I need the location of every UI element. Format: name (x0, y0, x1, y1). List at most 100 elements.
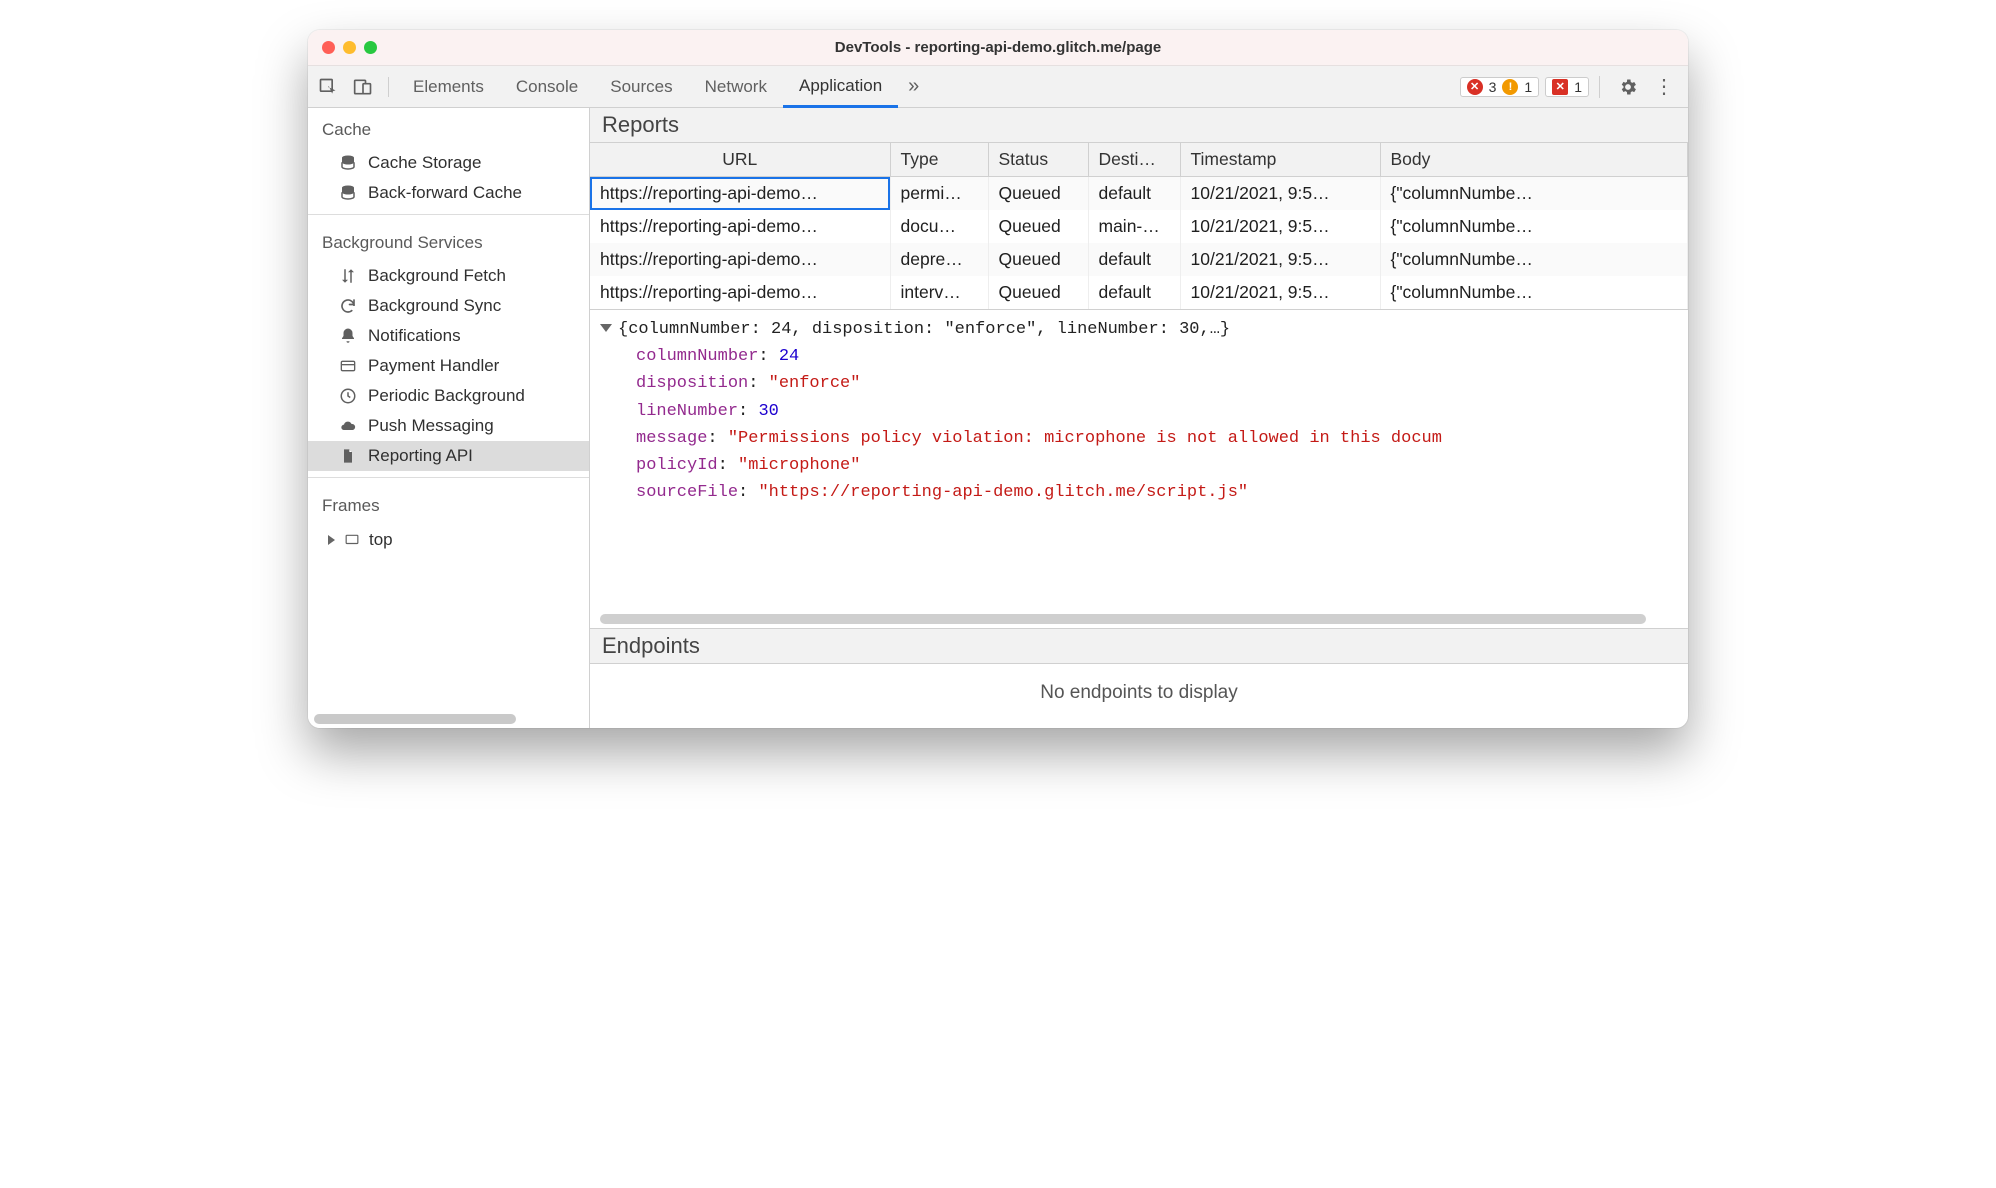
json-property[interactable]: disposition: "enforce" (600, 370, 1678, 397)
reporting-api-panel: Reports URLTypeStatusDesti…TimestampBody… (590, 108, 1688, 728)
tab-label: Application (799, 76, 882, 96)
scrollbar-thumb[interactable] (600, 614, 1646, 624)
column-header[interactable]: Status (988, 143, 1088, 177)
table-cell: {"columnNumbe… (1380, 210, 1688, 243)
table-cell: main-… (1088, 210, 1180, 243)
clock-icon (338, 387, 358, 405)
table-cell: Queued (988, 243, 1088, 276)
reports-heading: Reports (590, 108, 1688, 143)
tab-application[interactable]: Application (783, 67, 898, 108)
sidebar-section-title: Cache (308, 108, 589, 148)
error-icon: ✕ (1467, 79, 1483, 95)
inspect-element-icon[interactable] (318, 77, 338, 97)
sidebar-item-cache-storage[interactable]: Cache Storage (308, 148, 589, 178)
sidebar-item-periodic-background[interactable]: Periodic Background (308, 381, 589, 411)
swap-icon (338, 267, 358, 285)
devtools-window: DevTools - reporting-api-demo.glitch.me/… (308, 30, 1688, 728)
frames-item[interactable]: top (308, 524, 589, 556)
sidebar-section-title: Background Services (308, 221, 589, 261)
warning-icon: ! (1502, 79, 1518, 95)
column-header[interactable]: Body (1380, 143, 1688, 177)
table-cell: docu… (890, 210, 988, 243)
sidebar-item-label: Push Messaging (368, 416, 494, 436)
card-icon (338, 358, 358, 374)
table-cell: permi… (890, 177, 988, 211)
bell-icon (338, 327, 358, 345)
table-row[interactable]: https://reporting-api-demo…depre…Queuedd… (590, 243, 1688, 276)
table-cell: {"columnNumbe… (1380, 177, 1688, 211)
json-property[interactable]: message: "Permissions policy violation: … (600, 425, 1678, 452)
table-row[interactable]: https://reporting-api-demo…permi…Queuedd… (590, 177, 1688, 211)
sidebar-item-label: Reporting API (368, 446, 473, 466)
issues-counter[interactable]: ✕1 (1545, 77, 1589, 97)
sidebar-item-push-messaging[interactable]: Push Messaging (308, 411, 589, 441)
minimize-window-button[interactable] (343, 41, 356, 54)
sidebar-item-label: Background Sync (368, 296, 501, 316)
window-title: DevTools - reporting-api-demo.glitch.me/… (308, 39, 1688, 56)
console-counter[interactable]: ✕ 3 ! 1 (1460, 77, 1540, 97)
tab-label: Console (516, 77, 578, 97)
column-header[interactable]: Type (890, 143, 988, 177)
json-property[interactable]: policyId: "microphone" (600, 452, 1678, 479)
table-cell: default (1088, 177, 1180, 211)
column-header[interactable]: Desti… (1088, 143, 1180, 177)
column-header[interactable]: URL (590, 143, 890, 177)
more-options-button[interactable]: ⋮ (1646, 74, 1682, 99)
json-summary: {columnNumber: 24, disposition: "enforce… (618, 320, 1230, 339)
collapse-icon[interactable] (600, 324, 612, 332)
tab-elements[interactable]: Elements (397, 66, 500, 107)
table-cell: Queued (988, 210, 1088, 243)
sidebar-item-label: Notifications (368, 326, 461, 346)
sidebar-item-background-fetch[interactable]: Background Fetch (308, 261, 589, 291)
device-toolbar-icon[interactable] (352, 77, 374, 97)
json-property[interactable]: lineNumber: 30 (600, 398, 1678, 425)
application-sidebar: Cache Cache Storage Back-forward Cache Back… (308, 108, 590, 728)
zoom-window-button[interactable] (364, 41, 377, 54)
sync-icon (338, 297, 358, 315)
sidebar-item-label: Cache Storage (368, 153, 481, 173)
database-icon (338, 154, 358, 172)
devtools-tabbar: Elements Console Sources Network Applica… (308, 66, 1688, 108)
file-icon (338, 447, 358, 465)
error-count: 3 (1489, 79, 1497, 95)
endpoints-empty-message: No endpoints to display (590, 664, 1688, 728)
tab-console[interactable]: Console (500, 66, 594, 107)
tab-sources[interactable]: Sources (594, 66, 688, 107)
table-cell: Queued (988, 177, 1088, 211)
table-cell: interv… (890, 276, 988, 309)
sidebar-section-title: Frames (308, 484, 589, 524)
table-row[interactable]: https://reporting-api-demo…docu…Queuedma… (590, 210, 1688, 243)
cloud-icon (338, 418, 358, 434)
json-property[interactable]: columnNumber: 24 (600, 343, 1678, 370)
column-header[interactable]: Timestamp (1180, 143, 1380, 177)
sidebar-item-label: Payment Handler (368, 356, 499, 376)
expand-icon[interactable] (328, 535, 335, 545)
report-json-viewer[interactable]: {columnNumber: 24, disposition: "enforce… (590, 309, 1688, 614)
table-header-row: URLTypeStatusDesti…TimestampBody (590, 143, 1688, 177)
toolbar-separator (1599, 76, 1600, 98)
sidebar-item-payment-handler[interactable]: Payment Handler (308, 351, 589, 381)
sidebar-scrollbar[interactable] (314, 714, 583, 724)
close-window-button[interactable] (322, 41, 335, 54)
sidebar-item-label: Background Fetch (368, 266, 506, 286)
json-summary-line[interactable]: {columnNumber: 24, disposition: "enforce… (600, 316, 1678, 343)
sidebar-item-label: top (369, 530, 393, 550)
settings-button[interactable] (1610, 77, 1646, 97)
table-cell: https://reporting-api-demo… (590, 210, 890, 243)
json-property[interactable]: sourceFile: "https://reporting-api-demo.… (600, 479, 1678, 506)
tabs-overflow-button[interactable]: » (898, 75, 929, 98)
sidebar-item-notifications[interactable]: Notifications (308, 321, 589, 351)
tab-network[interactable]: Network (689, 66, 783, 107)
horizontal-scrollbar[interactable] (590, 614, 1688, 628)
table-row[interactable]: https://reporting-api-demo…interv…Queued… (590, 276, 1688, 309)
table-cell: https://reporting-api-demo… (590, 177, 890, 211)
sidebar-item-back-forward-cache[interactable]: Back-forward Cache (308, 178, 589, 208)
frame-icon (343, 533, 361, 547)
reports-table: URLTypeStatusDesti…TimestampBody https:/… (590, 143, 1688, 309)
sidebar-item-reporting-api[interactable]: Reporting API (308, 441, 589, 471)
sidebar-item-background-sync[interactable]: Background Sync (308, 291, 589, 321)
tab-label: Elements (413, 77, 484, 97)
warning-count: 1 (1524, 79, 1532, 95)
scrollbar-thumb[interactable] (314, 714, 516, 724)
table-cell: Queued (988, 276, 1088, 309)
